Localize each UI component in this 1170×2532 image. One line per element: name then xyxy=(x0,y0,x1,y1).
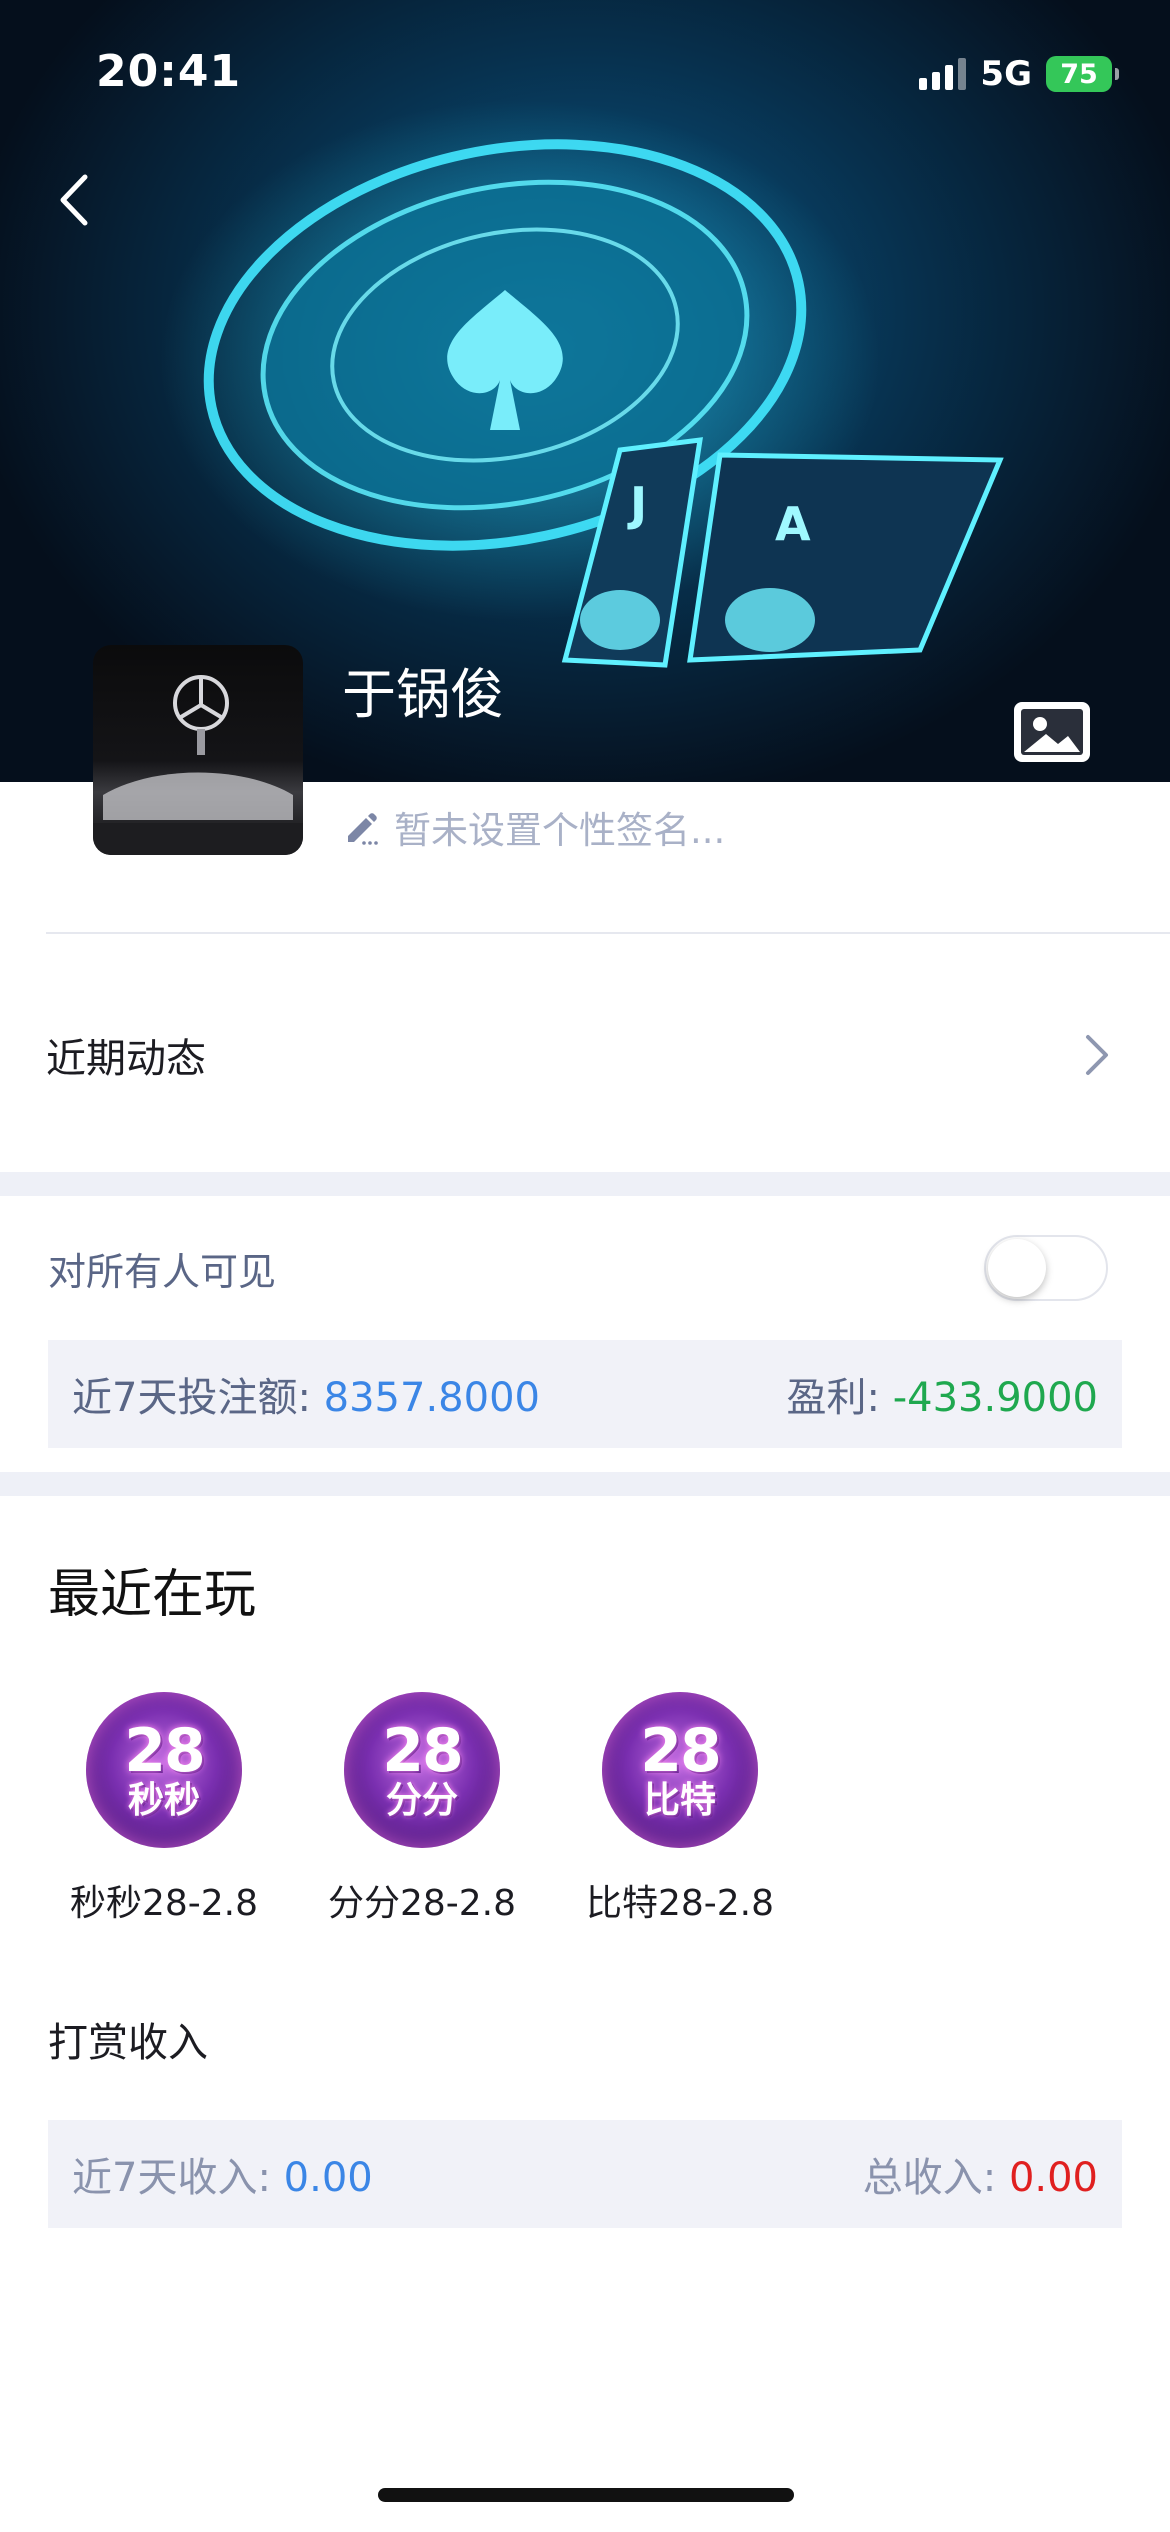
bet-amount-stat: 近7天投注额: 8357.8000 xyxy=(72,1365,540,1423)
week-income-label: 近7天收入: xyxy=(72,2155,271,2201)
game-icon-number: 28 xyxy=(382,1716,463,1786)
chevron-left-icon xyxy=(60,174,88,226)
home-indicator[interactable] xyxy=(378,2488,794,2502)
game-name: 秒秒28-2.8 xyxy=(69,1883,259,1924)
week-income-stat: 近7天收入: 0.00 xyxy=(72,2145,373,2203)
game-icon-caption: 秒秒 xyxy=(127,1780,200,1821)
bet-amount-value: 8357.8000 xyxy=(323,1375,540,1421)
game-name: 分分28-2.8 xyxy=(327,1883,517,1924)
avatar[interactable] xyxy=(93,645,303,855)
battery-icon: 75 xyxy=(1046,56,1119,92)
svg-text:J: J xyxy=(627,477,647,531)
status-indicators: 5G 75 xyxy=(919,54,1119,94)
game-icon: 28 比特 xyxy=(602,1692,758,1848)
toggle-knob xyxy=(988,1239,1046,1297)
total-income-value: 0.00 xyxy=(1008,2155,1098,2201)
game-icon-number: 28 xyxy=(124,1716,205,1786)
profit-stat: 盈利: -433.9000 xyxy=(787,1365,1099,1423)
game-item[interactable]: 28 比特 比特28-2.8 xyxy=(586,1692,774,1926)
signature-placeholder: 暂未设置个性签名... xyxy=(394,809,726,852)
pencil-icon xyxy=(348,813,378,845)
profit-value: -433.9000 xyxy=(892,1375,1098,1421)
recent-activity-label: 近期动态 xyxy=(46,1036,206,1082)
back-button[interactable] xyxy=(44,170,104,230)
recent-activity-row[interactable]: 近期动态 xyxy=(0,990,1170,1120)
cellular-signal-icon xyxy=(919,58,967,90)
tip-income-box: 近7天收入: 0.00 总收入: 0.00 xyxy=(48,2120,1122,2228)
mercedes-logo-icon xyxy=(93,675,303,855)
section-separator xyxy=(0,1172,1170,1196)
game-icon-caption: 比特 xyxy=(643,1780,716,1821)
recent-games-list: 28 秒秒 秒秒28-2.8 28 分分 分分28-2.8 28 比特 比特28… xyxy=(70,1692,774,1926)
divider xyxy=(46,932,1170,934)
battery-level: 75 xyxy=(1060,58,1098,90)
visibility-row: 对所有人可见 xyxy=(0,1218,1170,1318)
bet-stats-box: 近7天投注额: 8357.8000 盈利: -433.9000 xyxy=(48,1340,1122,1448)
total-income-label: 总收入: xyxy=(862,2155,997,2201)
change-cover-button[interactable] xyxy=(1012,700,1092,764)
game-item[interactable]: 28 秒秒 秒秒28-2.8 xyxy=(70,1692,258,1926)
image-icon xyxy=(1014,702,1090,762)
total-income-stat: 总收入: 0.00 xyxy=(863,2145,1098,2203)
signature-edit[interactable]: 暂未设置个性签名... xyxy=(342,800,725,854)
svg-text:A: A xyxy=(775,497,811,551)
game-icon-number: 28 xyxy=(640,1716,721,1786)
section-separator xyxy=(0,1472,1170,1496)
profit-label: 盈利: xyxy=(786,1375,880,1421)
game-icon: 28 秒秒 xyxy=(86,1692,242,1848)
visibility-label: 对所有人可见 xyxy=(48,1249,277,1294)
status-time: 20:41 xyxy=(96,46,242,97)
game-name: 比特28-2.8 xyxy=(585,1883,775,1924)
profile-name: 于锅俊 xyxy=(342,663,504,726)
bet-amount-label: 近7天投注额: xyxy=(72,1375,311,1421)
week-income-value: 0.00 xyxy=(283,2155,373,2201)
game-item[interactable]: 28 分分 分分28-2.8 xyxy=(328,1692,516,1926)
recent-games-title: 最近在玩 xyxy=(48,1565,257,1625)
chevron-right-icon xyxy=(1086,1035,1108,1075)
tip-income-title: 打赏收入 xyxy=(48,2020,208,2066)
network-type: 5G xyxy=(980,54,1032,94)
game-icon-caption: 分分 xyxy=(385,1780,458,1821)
visibility-toggle[interactable] xyxy=(984,1235,1108,1301)
game-icon: 28 分分 xyxy=(344,1692,500,1848)
